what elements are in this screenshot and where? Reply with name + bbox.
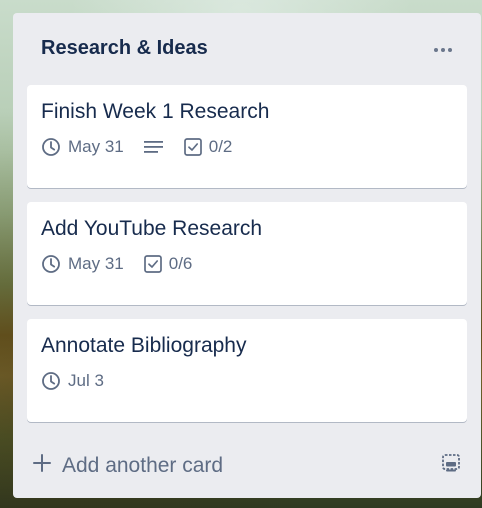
add-another-card-button[interactable]: Add another card [27,453,223,479]
add-another-card-label: Add another card [62,454,224,477]
list-title[interactable]: Research & Ideas [41,37,208,60]
plus-icon [32,453,52,479]
checklist-count: 0/2 [208,137,233,156]
checklist-badge: 0/6 [143,254,193,274]
clock-icon [41,254,61,274]
card-badges: May 31 0/6 [41,242,453,286]
card-title: Annotate Bibliography [41,334,247,357]
create-from-template-button[interactable] [435,450,467,482]
card[interactable]: Finish Week 1 Research May 31 0/2 [27,85,467,188]
list-research-ideas: Research & Ideas Finish Week 1 Research [13,13,481,498]
list-menu-button[interactable] [427,33,459,65]
description-badge [143,140,164,154]
add-card-composer: Add another card [27,444,467,488]
due-date-text: May 31 [68,254,124,273]
clock-icon [41,371,61,391]
card[interactable]: Annotate Bibliography Jul 3 [27,319,467,422]
more-horizontal-icon [433,40,453,58]
due-date-badge[interactable]: Jul 3 [41,371,104,391]
description-icon [143,140,164,154]
due-date-text: May 31 [68,137,124,156]
card-title: Finish Week 1 Research [41,100,270,123]
card-template-icon [441,453,461,479]
card-title: Add YouTube Research [41,217,263,240]
checkbox-icon [183,138,202,156]
card-badges: Jul 3 [41,359,453,403]
due-date-text: Jul 3 [68,371,104,390]
due-date-badge[interactable]: May 31 [41,254,124,274]
card[interactable]: Add YouTube Research May 31 0/6 [27,202,467,305]
card-badges: May 31 0/2 [41,125,453,169]
list-header: Research & Ideas [27,13,467,85]
checkbox-icon [143,255,162,273]
clock-icon [41,137,61,157]
due-date-badge[interactable]: May 31 [41,137,124,157]
checklist-count: 0/6 [168,254,193,273]
checklist-badge: 0/2 [183,137,233,157]
